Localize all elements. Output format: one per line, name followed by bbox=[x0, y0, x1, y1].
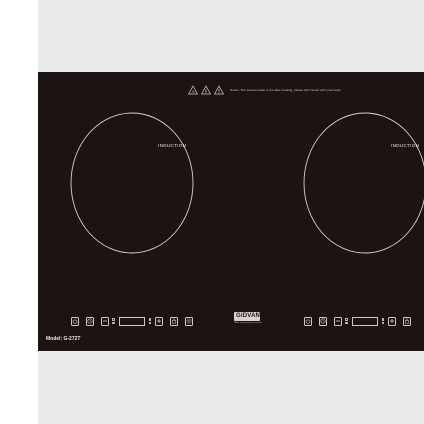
minus-icon bbox=[103, 320, 107, 322]
lock-button-left[interactable] bbox=[170, 316, 178, 326]
zone-ring-left bbox=[70, 112, 194, 254]
increase-button-left[interactable] bbox=[155, 316, 163, 326]
decrease-button-right[interactable] bbox=[334, 316, 342, 326]
function-icon bbox=[186, 318, 192, 324]
zone-label-right: INDUCTION bbox=[391, 143, 420, 148]
indicator-lights-left bbox=[112, 318, 115, 324]
power-icon bbox=[305, 318, 311, 324]
timer-button-right[interactable] bbox=[319, 316, 327, 326]
function-button-left[interactable] bbox=[185, 316, 193, 326]
display-window-left bbox=[118, 316, 145, 326]
zone-label-left: INDUCTION bbox=[158, 143, 187, 148]
cooking-zone-right[interactable]: INDUCTION bbox=[303, 112, 424, 254]
lock-button-right[interactable] bbox=[403, 316, 411, 326]
timer-button-left[interactable] bbox=[86, 316, 94, 326]
cooktop-glass-surface: Notice: The ceramic plate is hot after c… bbox=[38, 72, 424, 351]
power-button-right[interactable] bbox=[304, 316, 312, 326]
increase-button-right[interactable] bbox=[388, 316, 396, 326]
background-band-bottom bbox=[38, 351, 424, 424]
control-panel-right bbox=[304, 315, 418, 327]
brand-logo: GiDVANi bbox=[234, 312, 262, 321]
zone-ring-right bbox=[303, 112, 424, 254]
lock-icon bbox=[405, 318, 409, 324]
decrease-button-left[interactable] bbox=[101, 316, 109, 326]
plus-icon bbox=[157, 319, 161, 323]
hot-surface-icon bbox=[188, 85, 198, 95]
attention-icon bbox=[214, 85, 224, 95]
electric-shock-icon bbox=[201, 85, 211, 95]
safety-warning: Notice: The ceramic plate is hot after c… bbox=[188, 84, 341, 96]
cooking-zone-left[interactable]: INDUCTION bbox=[70, 112, 194, 254]
power-button-left[interactable] bbox=[71, 316, 79, 326]
indicator-lights-right bbox=[345, 318, 348, 324]
model-number: Model: G-272T bbox=[46, 336, 81, 342]
timer-icon bbox=[87, 318, 93, 324]
power-icon bbox=[72, 318, 78, 324]
control-panel-left bbox=[71, 315, 200, 327]
minus-icon bbox=[336, 320, 340, 322]
plus-icon bbox=[390, 319, 394, 323]
timer-icon bbox=[320, 318, 326, 324]
background-band-top bbox=[38, 0, 424, 72]
display-window-right bbox=[351, 316, 378, 326]
indicator-lights-left-2 bbox=[148, 318, 151, 324]
brand-tagline: Make cooking easier and fun bbox=[234, 322, 262, 324]
warning-text: Notice: The ceramic plate is hot after c… bbox=[230, 88, 342, 92]
lock-icon bbox=[172, 318, 176, 324]
indicator-lights-right-2 bbox=[381, 318, 384, 324]
brand: GiDVANi Make cooking easier and fun bbox=[234, 312, 262, 324]
